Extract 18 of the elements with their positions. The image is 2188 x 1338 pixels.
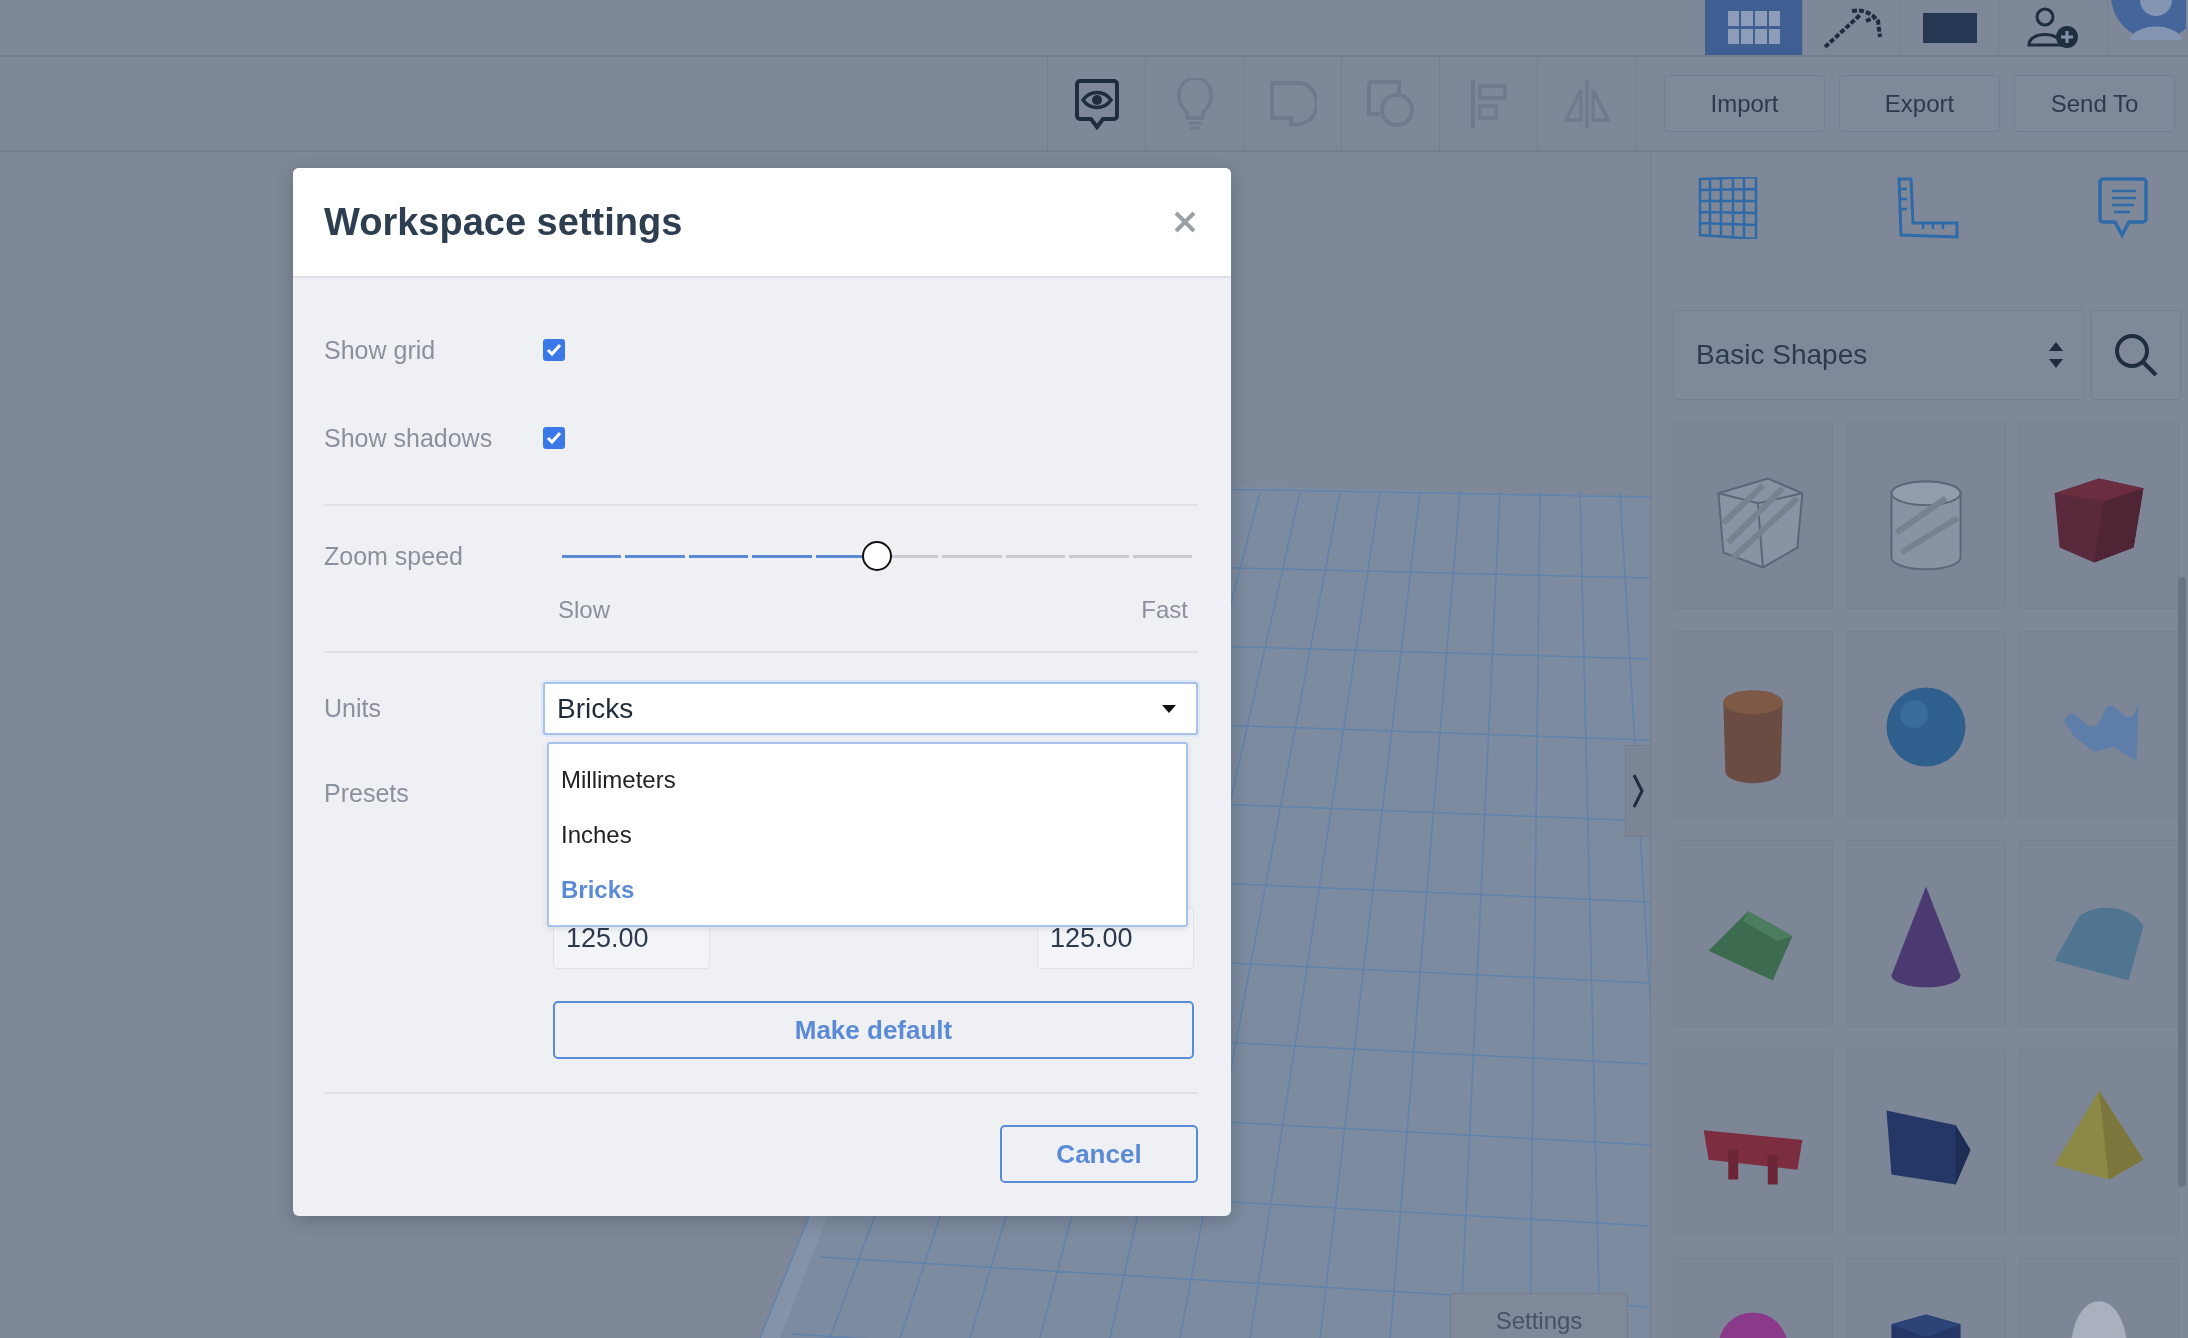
dropdown-option[interactable]: Millimeters: [549, 752, 1186, 807]
slider-label: Zoom speed: [324, 541, 464, 571]
checkbox-label: Show grid: [324, 335, 437, 365]
toolbar-button[interactable]: Send To: [2014, 75, 2175, 132]
units-dropdown[interactable]: Bricks: [543, 682, 1198, 735]
slider-min-label: Slow: [558, 596, 611, 624]
dropdown-option[interactable]: Inches: [549, 807, 1186, 862]
checkbox-label: Show shadows: [324, 423, 494, 453]
toolbar-button[interactable]: Import: [1664, 75, 1825, 132]
toolbar-button[interactable]: Export: [1839, 75, 2000, 132]
slider-max-label: Fast: [1141, 596, 1188, 624]
dialog-title: Workspace settings: [324, 200, 683, 244]
settings-button[interactable]: Settings: [1450, 1293, 1628, 1338]
make-default-button[interactable]: Make default: [553, 1001, 1194, 1059]
presets-label: Presets: [324, 779, 410, 808]
units-label: Units: [324, 694, 382, 723]
category-dropdown[interactable]: Basic Shapes: [1673, 310, 2084, 400]
cancel-button[interactable]: Cancel: [1000, 1125, 1198, 1183]
